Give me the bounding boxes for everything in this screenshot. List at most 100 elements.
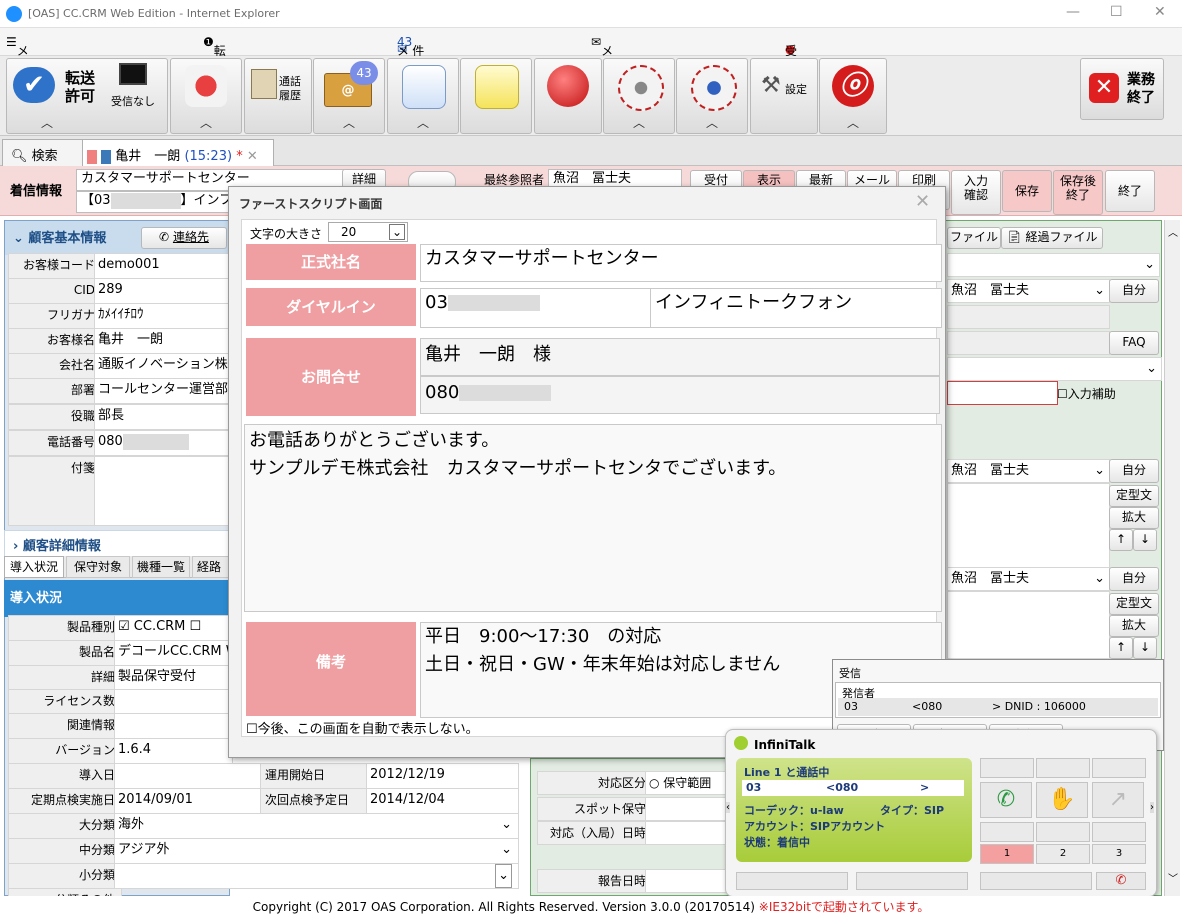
input-assist-checkbox[interactable]: ☐入力補助 [1057, 385, 1116, 402]
assignee-select-3[interactable]: 魚沼 冨士夫 ⌄ [947, 567, 1110, 591]
install-value[interactable]: ☑ CC.CRM ☐ [114, 615, 233, 641]
inspection-field[interactable]: 2014/09/01 [114, 788, 265, 814]
org-network-button[interactable]: ︿ [676, 58, 748, 134]
install-value[interactable] [114, 713, 233, 739]
move-down-button-2[interactable]: ↓ [1133, 637, 1157, 659]
hourglass-icon-button[interactable] [1092, 822, 1146, 842]
major-category-select[interactable]: 海外 ⌄ [114, 813, 519, 839]
speaker-volume-slider[interactable] [856, 872, 968, 890]
spot-maintenance-field[interactable] [645, 797, 736, 821]
grid-icon-button[interactable] [980, 822, 1034, 842]
scroll-down-icon[interactable]: ﹀ [1168, 870, 1178, 885]
voicemail-icon-button[interactable] [1092, 758, 1146, 778]
mail-send-button[interactable]: ︿ [387, 58, 459, 134]
move-up-button-2[interactable]: ↑ [1109, 637, 1133, 659]
move-up-button-1[interactable]: ↑ [1109, 529, 1133, 551]
tools-icon-button[interactable] [1036, 822, 1090, 842]
line-1-button[interactable]: 1 [980, 844, 1034, 864]
transfer-allow-button[interactable]: ✔ 転送 許可 受信なし ︿ [6, 58, 168, 134]
subtab-maintenance[interactable]: 保守対象 [66, 556, 130, 578]
subtab-install[interactable]: 導入状況 [4, 556, 64, 578]
right-select-1[interactable]: ⌄ [947, 253, 1160, 277]
faq-button[interactable]: FAQ [1109, 331, 1159, 355]
self-button-2[interactable]: 自分 [1109, 459, 1159, 483]
ringer-volume-slider[interactable] [980, 872, 1092, 890]
line-2-button[interactable]: 2 [1036, 844, 1090, 864]
transfer-received-status[interactable]: ❶ 転送受信0件 [203, 35, 226, 140]
handling-category-radio[interactable]: ○ 保守範囲 [645, 771, 736, 795]
intro-date-field[interactable] [114, 763, 265, 789]
answer-call-button[interactable]: ✆ [980, 782, 1032, 818]
memo-area-2[interactable] [947, 591, 1110, 659]
vertical-scrollbar[interactable]: ︿ ﹀ [1164, 220, 1180, 896]
template-button-2[interactable]: 定型文 [1109, 593, 1159, 615]
assignee-select-2[interactable]: 魚沼 冨士夫 ⌄ [947, 459, 1110, 483]
customer-basic-value[interactable]: demo001 [94, 253, 233, 279]
phone-off-button[interactable]: ︿ [170, 58, 242, 134]
input-confirm-button[interactable]: 入力 確認 [951, 170, 1001, 215]
minor-category-select[interactable]: ⌄ [114, 863, 519, 889]
move-down-button-1[interactable]: ↓ [1133, 529, 1157, 551]
settings-button[interactable]: ⚒ 設定 [750, 58, 818, 134]
install-value[interactable]: 製品保守受付 [114, 665, 233, 691]
maximize-button[interactable]: ☐ [1110, 4, 1123, 20]
subtab-route[interactable]: 経路検 [192, 556, 230, 578]
close-window-button[interactable]: ✕ [1154, 4, 1166, 20]
memo-area-1[interactable] [947, 483, 1110, 569]
end-work-button[interactable]: ✕ 業務 終了 [1080, 58, 1164, 120]
customer-basic-value[interactable]: 080 [94, 430, 233, 456]
mail-button[interactable]: @ 43 ︿ [313, 58, 385, 134]
collapse-right-icon[interactable]: › [1150, 802, 1154, 813]
mic-volume-slider[interactable] [736, 872, 848, 890]
close-button[interactable]: 終了 [1105, 170, 1155, 212]
handling-datetime-field[interactable] [645, 821, 736, 845]
network-button[interactable]: ︿ [603, 58, 675, 134]
assignee-select-1[interactable]: 魚沼 冨士夫 ⌄ [947, 279, 1110, 303]
install-value[interactable]: 1.6.4 [114, 738, 233, 764]
tab-close-icon[interactable]: ✕ [247, 149, 258, 164]
alert-button[interactable] [534, 58, 602, 134]
mail-unhandled-status[interactable]: ✉ メール未対応43件 [397, 35, 424, 143]
doc-icon-button[interactable] [980, 758, 1034, 778]
font-size-select[interactable]: 20 ⌄ [328, 222, 408, 242]
customer-basic-value[interactable]: 通販イノベーション株 [94, 353, 233, 379]
self-button-3[interactable]: 自分 [1109, 567, 1159, 591]
line-3-button[interactable]: 3 [1092, 844, 1146, 864]
subtab-models[interactable]: 機種一覧 [132, 556, 190, 578]
voice-icon-button[interactable] [1036, 758, 1090, 778]
dialog-close-icon[interactable]: ✕ [915, 191, 930, 212]
history-file-button[interactable]: 📄︎ 経過ファイル [1001, 227, 1103, 249]
scroll-up-icon[interactable]: ︿ [1168, 224, 1178, 239]
call-history-button[interactable]: 通話 履歴 [244, 58, 312, 134]
hangup-button[interactable]: ✆ [1096, 872, 1146, 890]
customer-basic-value[interactable] [94, 456, 233, 526]
menu-button[interactable]: ☰ メニュー [6, 35, 29, 109]
middle-category-select[interactable]: アジア外 ⌄ [114, 838, 519, 864]
report-datetime-field[interactable] [645, 869, 736, 893]
customer-basic-value[interactable]: 亀井 一朗 [94, 328, 233, 354]
customer-basic-value[interactable]: 部長 [94, 404, 233, 430]
auto-show-checkbox[interactable]: ☐今後、この画面を自動で表示しない。 [246, 718, 479, 737]
customer-basic-value[interactable]: 289 [94, 278, 233, 304]
right-select-2[interactable]: ⌄ [947, 357, 1162, 381]
minimize-button[interactable]: — [1066, 4, 1080, 20]
transfer-arrow-button[interactable]: ↗ [1092, 782, 1144, 818]
customer-basic-value[interactable]: ｶﾒｲｲﾁﾛｳ [94, 303, 233, 329]
install-value[interactable] [114, 689, 233, 715]
expand-button-1[interactable]: 拡大 [1109, 507, 1159, 529]
save-button[interactable]: 保存 [1002, 170, 1052, 212]
next-inspection-field[interactable]: 2014/12/04 [366, 788, 519, 814]
brand-button[interactable]: ⓞ ︿ [819, 58, 887, 134]
right-required-field[interactable] [947, 381, 1058, 405]
expand-button-2[interactable]: 拡大 [1109, 615, 1159, 637]
save-close-button[interactable]: 保存後 終了 [1053, 170, 1103, 215]
contact-button[interactable]: ✆ 連絡先 [141, 227, 227, 249]
mail-alert-status[interactable]: ✉ メールアラート3件 [591, 35, 613, 191]
install-value[interactable]: デコールCC.CRM W [114, 640, 233, 666]
self-button-1[interactable]: 自分 [1109, 279, 1159, 303]
file-button[interactable]: ファイル [947, 227, 1001, 249]
op-start-field[interactable]: 2012/12/19 [366, 763, 519, 789]
hold-hand-button[interactable]: ✋ [1036, 782, 1088, 818]
template-button-1[interactable]: 定型文 [1109, 485, 1159, 507]
notice-button[interactable] [460, 58, 532, 134]
